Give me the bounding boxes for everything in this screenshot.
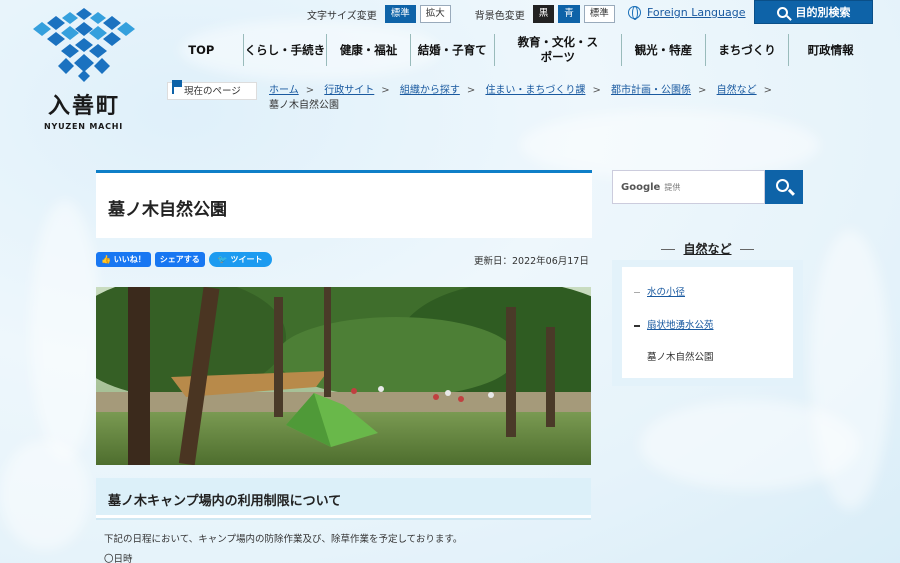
nav-education[interactable]: 教育・文化・スポーツ — [493, 34, 622, 66]
side-item-water-path[interactable]: 水の小径 — [634, 284, 685, 298]
nav-town-planning[interactable]: まちづくり — [704, 34, 789, 66]
search-input[interactable] — [664, 182, 745, 192]
font-size-large-button[interactable]: 拡大 — [419, 5, 451, 23]
side-menu: 水の小径 扇状地湧水公苑 墓ノ木自然公園 — [612, 260, 803, 386]
site-logo[interactable]: 入善町 NYUZEN MACHI — [24, 6, 146, 131]
breadcrumb-trail: ホーム > 行政サイト > 組織から探す > 住まい・まちづくり課 > 都市計画・公園係… — [269, 85, 772, 111]
section-heading-box: 墓ノ木キャンプ場内の利用制限について — [96, 478, 591, 520]
purpose-search-label: 目的別検索 — [795, 6, 851, 19]
utility-bar: 文字サイズ変更 標準 拡大 背景色変更 黒 青 標準 — [307, 5, 619, 23]
breadcrumb-nature[interactable]: 自然など — [717, 85, 757, 96]
nav-living[interactable]: くらし・手続き — [242, 34, 327, 66]
updated-date: 更新日：2022年06月17日 — [474, 256, 589, 267]
side-section-title-link[interactable]: 自然など — [683, 242, 731, 256]
nav-tourism[interactable]: 観光・特産 — [621, 34, 705, 66]
page-title: 墓ノ木自然公園 — [108, 200, 227, 220]
breadcrumb-home[interactable]: ホーム — [269, 85, 299, 96]
social-buttons: 👍 いいね！ シェアする 🐦 ツイート — [96, 252, 272, 267]
facebook-like-button[interactable]: 👍 いいね！ — [96, 252, 151, 267]
nav-health[interactable]: 健康・福祉 — [326, 34, 410, 66]
breadcrumb-current: 墓ノ木自然公園 — [269, 100, 339, 111]
nav-town-admin[interactable]: 町政情報 — [788, 34, 872, 66]
logo-name: 入善町 — [48, 93, 121, 119]
global-nav: TOP くらし・手続き 健康・福祉 結婚・子育て 教育・文化・スポーツ 観光・特… — [160, 34, 872, 66]
nav-top[interactable]: TOP — [160, 34, 243, 66]
search-field[interactable]: Google — [612, 170, 765, 204]
logo-roman: NYUZEN MACHI — [44, 122, 124, 131]
body-text: 下記の日程において、キャンプ場内の防除作業及び、除草作業を予定しております。 — [104, 534, 463, 545]
globe-icon — [628, 6, 641, 20]
font-size-standard-button[interactable]: 標準 — [384, 5, 416, 23]
purpose-search-button[interactable]: 目的別検索 — [754, 0, 873, 24]
site-search: Google — [612, 170, 803, 204]
foreign-language-link[interactable]: Foreign Language — [628, 6, 746, 20]
side-item-spring-park[interactable]: 扇状地湧水公苑 — [634, 317, 714, 331]
logo-mark-icon — [33, 8, 135, 82]
facebook-share-button[interactable]: シェアする — [154, 252, 205, 267]
breadcrumb-admin-site[interactable]: 行政サイト — [324, 85, 374, 96]
nav-marriage[interactable]: 結婚・子育て — [409, 34, 494, 66]
search-icon — [776, 179, 789, 192]
search-submit-button[interactable] — [765, 170, 803, 204]
bg-black-button[interactable]: 黒 — [532, 5, 555, 23]
foreign-language-label: Foreign Language — [647, 6, 746, 19]
side-item-current: 墓ノ木自然公園 — [647, 352, 714, 363]
twitter-icon: 🐦 — [217, 255, 228, 264]
section-heading: 墓ノ木キャンプ場内の利用制限について — [108, 494, 342, 509]
tweet-button[interactable]: 🐦 ツイート — [208, 252, 272, 267]
bg-color-label: 背景色変更 — [474, 10, 525, 22]
flag-icon — [172, 80, 182, 94]
body-text-date-label: 〇日時 — [104, 554, 133, 563]
bg-blue-button[interactable]: 青 — [558, 5, 580, 23]
breadcrumb-parks-section[interactable]: 都市計画・公園係 — [611, 85, 691, 96]
park-photo — [96, 287, 591, 465]
side-section-title: 自然など — [612, 240, 803, 257]
current-page-label: 現在のページ — [167, 80, 257, 100]
breadcrumb-housing-division[interactable]: 住まい・まちづくり課 — [485, 85, 585, 96]
breadcrumb-organization[interactable]: 組織から探す — [400, 85, 460, 96]
search-icon — [776, 6, 788, 18]
bg-standard-button[interactable]: 標準 — [583, 5, 615, 23]
font-size-label: 文字サイズ変更 — [307, 10, 377, 22]
google-brand: Google — [621, 181, 661, 193]
page-title-box: 墓ノ木自然公園 — [96, 170, 592, 238]
